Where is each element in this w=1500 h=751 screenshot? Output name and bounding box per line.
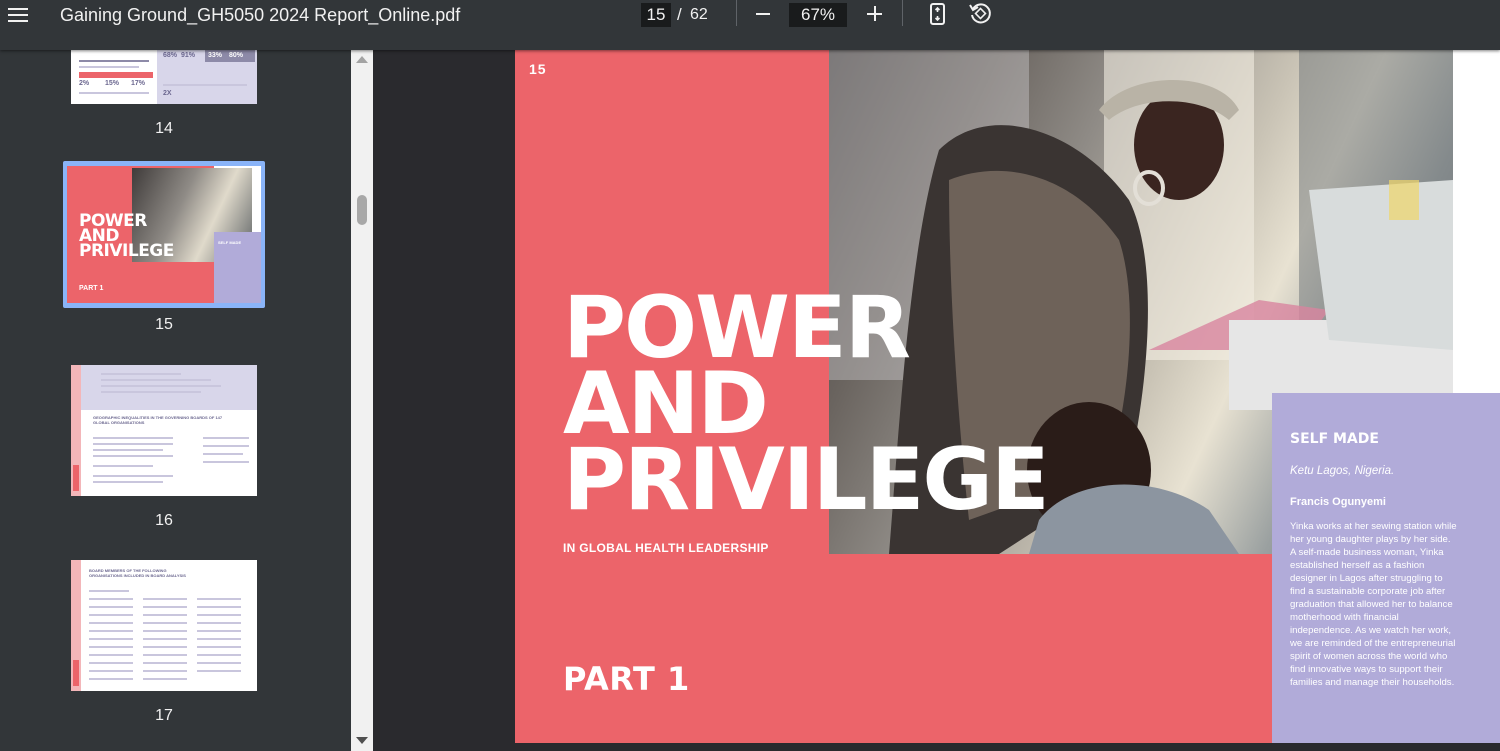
thumb-title-line: PRIVILEGE	[79, 241, 174, 261]
thumbnail-label: 17	[155, 707, 173, 724]
thumbnail-page-15[interactable]: POWER AND PRIVILEGE PART 1 SELF MADE	[67, 166, 261, 303]
menu-icon[interactable]	[8, 5, 30, 27]
stat: 68%	[163, 52, 178, 59]
zoom-out-button[interactable]	[755, 1, 773, 25]
stat: 80%	[229, 52, 244, 59]
thumbnail-label: 15	[155, 316, 173, 333]
stat: 17%	[131, 80, 146, 87]
thumbnail-page-14[interactable]: 68% 91% 33% 80% 2% 15% 17% 2X	[71, 50, 257, 104]
thumb-side-title: SELF MADE	[218, 240, 242, 245]
scroll-thumb[interactable]	[357, 195, 367, 225]
thumb-heading: GEOGRAPHIC INEQUALITIES IN THE GOVERNING…	[93, 415, 223, 425]
thumb-heading: BOARD MEMBERS OF THE FOLLOWING ORGANISAT…	[89, 568, 186, 578]
zoom-in-button[interactable]	[866, 3, 884, 23]
page-number-input[interactable]	[641, 3, 671, 27]
page-title: POWER AND PRIVILEGE	[563, 285, 1050, 530]
pdf-toolbar: Gaining Ground_GH5050 2024 Report_Online…	[0, 0, 1500, 50]
stat: 15%	[105, 80, 120, 87]
caption-photographer: Francis Ogunyemi	[1290, 496, 1386, 508]
thumbnail-label: 16	[155, 512, 173, 529]
page-separator: /	[677, 5, 682, 24]
stat: 2X	[163, 90, 172, 97]
page-number-label: 15	[529, 61, 547, 77]
thumbnail-label: 14	[155, 120, 173, 137]
document-title: Gaining Ground_GH5050 2024 Report_Online…	[60, 5, 461, 25]
caption-panel: SELF MADE Ketu Lagos, Nigeria. Francis O…	[1272, 393, 1500, 743]
stat: 33%	[208, 52, 223, 59]
toolbar-divider	[902, 0, 903, 26]
part-label: PART 1	[563, 660, 690, 698]
title-line: PRIVILEGE	[563, 430, 1050, 530]
total-pages: 62	[690, 6, 708, 23]
thumbnail-sidebar: 68% 91% 33% 80% 2% 15% 17% 2X 14 POWER A…	[0, 50, 351, 751]
scroll-down-arrow-icon[interactable]	[356, 737, 368, 744]
thumbnail-page-17[interactable]: BOARD MEMBERS OF THE FOLLOWING ORGANISAT…	[71, 560, 257, 691]
caption-location: Ketu Lagos, Nigeria.	[1290, 465, 1395, 477]
toolbar-divider	[736, 0, 737, 26]
stat: 91%	[181, 52, 196, 59]
stat: 2%	[79, 80, 90, 87]
thumb-part: PART 1	[79, 285, 104, 292]
page-subtitle: IN GLOBAL HEALTH LEADERSHIP	[563, 541, 769, 555]
scroll-up-arrow-icon[interactable]	[356, 56, 368, 63]
pdf-page: 15 POWER AND PRIVILEGE IN GLOBAL HEALTH …	[515, 50, 1500, 743]
zoom-level-input[interactable]: 67%	[789, 3, 847, 27]
fit-to-page-icon[interactable]	[929, 3, 947, 25]
pdf-viewer[interactable]: 15 POWER AND PRIVILEGE IN GLOBAL HEALTH …	[373, 50, 1500, 751]
thumbnail-page-16[interactable]: GEOGRAPHIC INEQUALITIES IN THE GOVERNING…	[71, 365, 257, 496]
sidebar-scrollbar[interactable]	[351, 50, 373, 751]
caption-title: SELF MADE	[1290, 431, 1379, 447]
rotate-icon[interactable]	[968, 2, 992, 26]
caption-body: Yinka works at her sewing station while …	[1290, 521, 1457, 688]
